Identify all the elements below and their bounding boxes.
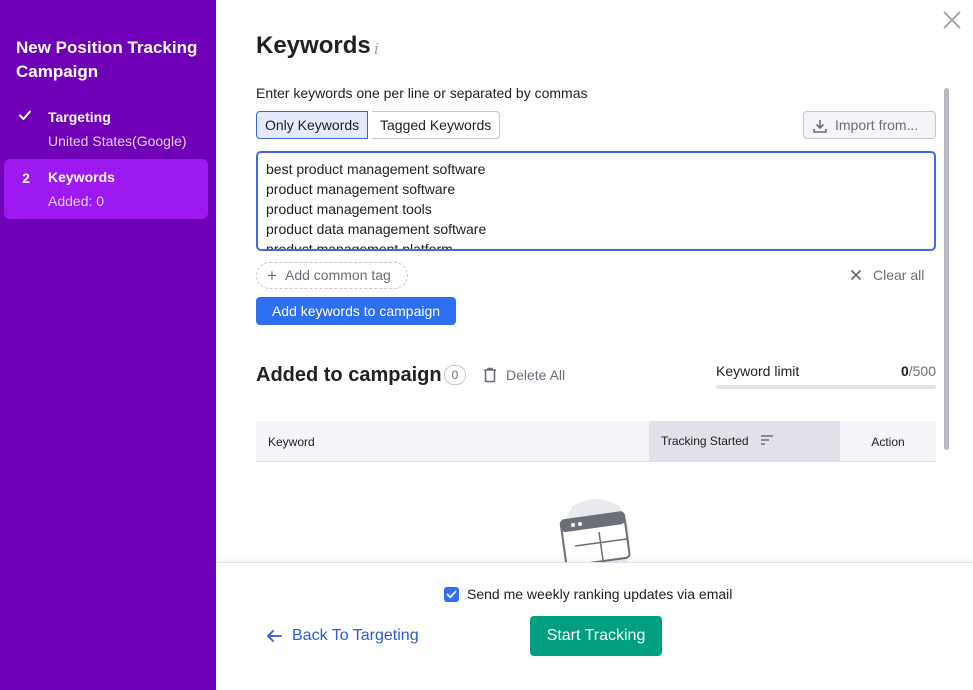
- column-tracking-started[interactable]: Tracking Started: [649, 421, 840, 461]
- clear-all-label: Clear all: [873, 267, 925, 283]
- clear-all-button[interactable]: Clear all: [848, 266, 924, 284]
- back-label: Back To Targeting: [292, 627, 419, 644]
- checkmark-icon: [446, 590, 457, 599]
- close-icon: [850, 269, 862, 281]
- column-action: Action: [871, 435, 905, 449]
- email-updates-label: Send me weekly ranking updates via email: [467, 586, 733, 602]
- keyword-limit-bar: [716, 385, 936, 389]
- arrow-left-icon: [267, 630, 282, 642]
- scrollbar[interactable]: [944, 88, 949, 450]
- close-icon[interactable]: [940, 8, 964, 32]
- limit-used: 0: [900, 363, 909, 379]
- step-label: Targeting: [48, 109, 111, 125]
- delete-all-button[interactable]: Delete All: [483, 367, 565, 383]
- section-title: Added to campaign: [256, 364, 442, 386]
- tab-only-keywords[interactable]: Only Keywords: [256, 111, 369, 139]
- tab-tagged-keywords[interactable]: Tagged Keywords: [372, 111, 501, 139]
- page-title: Keywords: [256, 32, 371, 59]
- delete-all-label: Delete All: [506, 367, 566, 383]
- step-sub: United States(Google): [48, 133, 187, 149]
- step-label: Keywords: [48, 169, 115, 185]
- footer-bar: Send me weekly ranking updates via email…: [216, 562, 973, 690]
- keywords-textarea[interactable]: best product management software product…: [256, 151, 936, 251]
- keyword-line: product management software: [266, 181, 456, 197]
- step-number: 2: [22, 170, 30, 186]
- calendar-illustration-icon: [559, 499, 631, 564]
- wizard-sidebar: New Position Tracking Campaign Targeting…: [0, 0, 216, 690]
- column-label: Tracking Started: [661, 434, 749, 448]
- plus-icon: +: [267, 266, 277, 285]
- import-label: Import from...: [835, 117, 919, 133]
- keyword-limit-label: Keyword limit: [716, 363, 800, 379]
- table-header: Keyword Tracking Started Action: [256, 421, 936, 462]
- step-targeting[interactable]: Targeting United States(Google): [4, 99, 208, 159]
- keyword-limit-value: 0/500: [860, 363, 936, 379]
- checkmark-icon: [19, 110, 31, 120]
- step-keywords[interactable]: 2 Keywords Added: 0: [4, 159, 208, 219]
- sort-icon: [761, 435, 773, 445]
- add-tag-label: Add common tag: [285, 267, 391, 283]
- wizard-title: New Position Tracking Campaign: [16, 38, 198, 81]
- count-badge: 0: [444, 365, 466, 385]
- step-sub: Added: 0: [48, 193, 105, 209]
- keyword-line: best product management software: [266, 161, 486, 177]
- trash-icon: [484, 367, 496, 383]
- keyword-line: product data management software: [266, 221, 487, 237]
- add-keywords-button[interactable]: Add keywords to campaign: [256, 297, 456, 325]
- email-updates-checkbox[interactable]: [444, 587, 459, 602]
- back-to-targeting-button[interactable]: Back To Targeting: [266, 626, 419, 646]
- start-tracking-button[interactable]: Start Tracking: [530, 616, 662, 656]
- column-keyword[interactable]: Keyword: [268, 435, 315, 449]
- info-icon[interactable]: i: [374, 40, 379, 58]
- limit-total: /500: [908, 363, 936, 379]
- instructions-text: Enter keywords one per line or separated…: [256, 85, 588, 101]
- keyword-line: product management platform: [266, 241, 453, 251]
- keyword-line: product management tools: [266, 201, 432, 217]
- download-icon: [813, 120, 827, 133]
- import-button[interactable]: Import from...: [803, 111, 936, 139]
- add-common-tag-button[interactable]: + Add common tag: [256, 262, 408, 289]
